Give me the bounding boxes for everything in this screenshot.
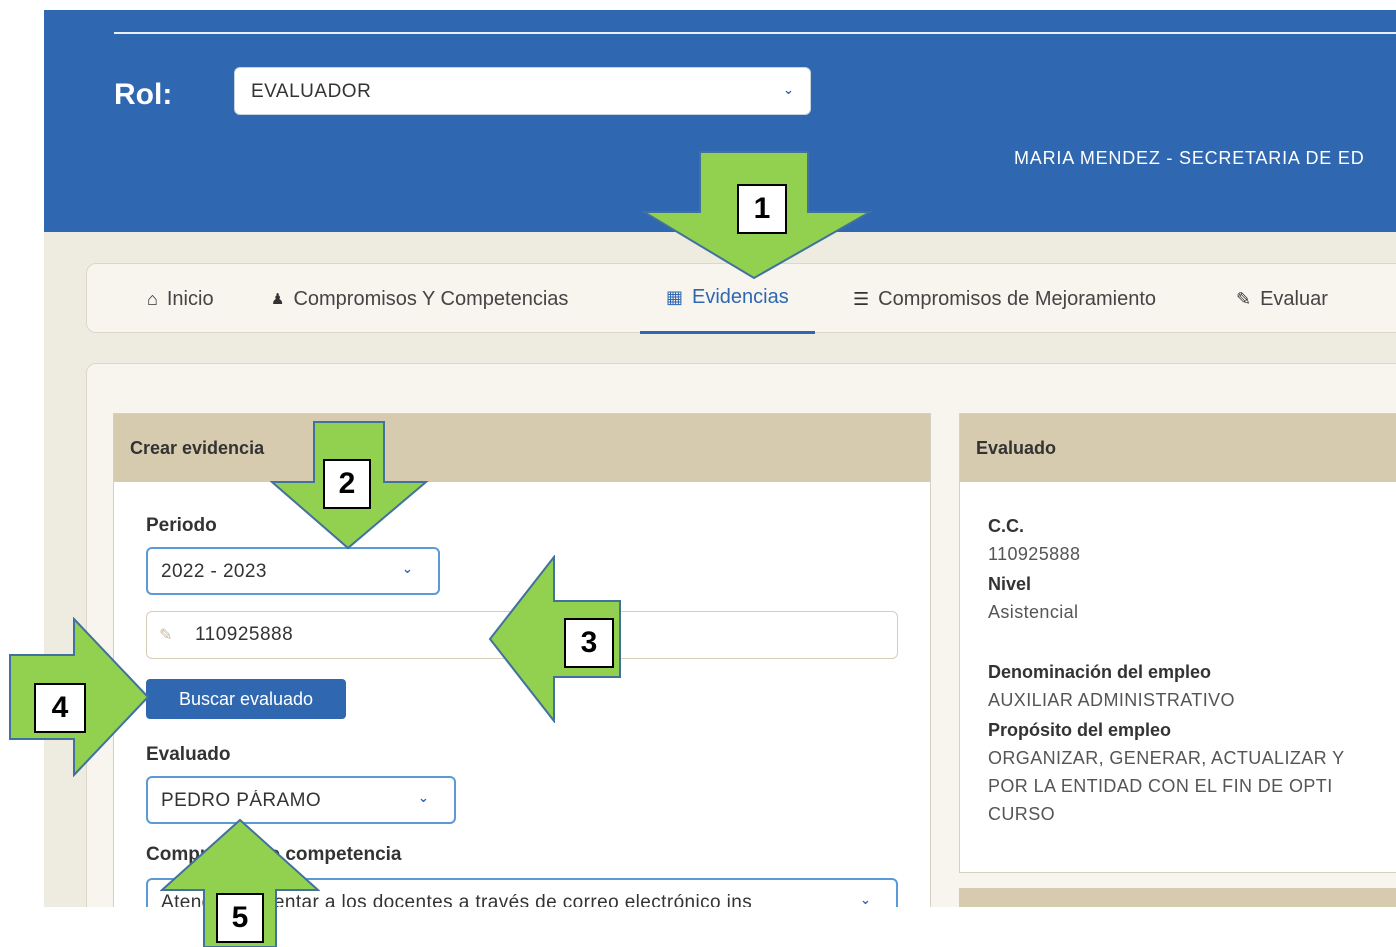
nivel-label: Nivel — [988, 574, 1032, 594]
app-screen: Rol: EVALUADOR ⌄ MARIA MENDEZ - SECRETAR… — [44, 10, 1396, 907]
secondary-card-header — [959, 888, 1396, 907]
evaluado-label: Evaluado — [146, 744, 231, 765]
handshake-icon: ♟ — [271, 291, 285, 308]
evaluado-card: Evaluado C.C. 110925888 Nivel Asistencia… — [959, 413, 1396, 873]
chevron-down-icon: ⌄ — [418, 790, 429, 805]
crear-evidencia-header: Crear evidencia — [114, 414, 930, 482]
tab-compromisos-competencias[interactable]: ♟ Compromisos Y Competencias — [271, 264, 568, 334]
proposito-label: Propósito del empleo — [988, 720, 1172, 740]
tab-evaluar[interactable]: ✎ Evaluar — [1236, 264, 1328, 334]
tab-evidencias-label: Evidencias — [692, 286, 789, 308]
proposito-line: ORGANIZAR, GENERAR, ACTUALIZAR Y — [988, 748, 1345, 768]
periodo-select[interactable]: 2022 - 2023 ⌄ — [146, 547, 440, 595]
buscar-evaluado-button[interactable]: Buscar evaluado — [146, 679, 346, 719]
proposito-line: CURSO — [988, 804, 1056, 824]
list-icon: ☰ — [853, 288, 870, 309]
tab-mejoramiento-label: Compromisos de Mejoramiento — [878, 287, 1157, 310]
tab-compromisos-mejoramiento[interactable]: ☰ Compromisos de Mejoramiento — [853, 264, 1156, 334]
proposito-line: POR LA ENTIDAD CON EL FIN DE OPTI — [988, 776, 1333, 796]
tab-inicio[interactable]: ⌂ Inicio — [147, 264, 214, 334]
chevron-down-icon: ⌄ — [783, 82, 794, 97]
annotation-number-4: 4 — [34, 683, 86, 733]
annotation-number-1: 1 — [737, 184, 787, 234]
evaluado-select-value: PEDRO PÁRAMO — [161, 790, 321, 811]
tab-evaluar-label: Evaluar — [1260, 287, 1328, 310]
evaluado-title: Evaluado — [976, 438, 1057, 458]
denominacion-value: AUXILIAR ADMINISTRATIVO — [988, 690, 1235, 710]
evaluado-select[interactable]: PEDRO PÁRAMO ⌄ — [146, 776, 456, 824]
cedula-input-value: 110925888 — [195, 624, 294, 645]
annotation-number-5: 5 — [216, 893, 264, 943]
annotation-number-3: 3 — [564, 618, 614, 668]
annotation-number-2: 2 — [323, 459, 371, 509]
crear-evidencia-title: Crear evidencia — [130, 438, 265, 458]
rol-select[interactable]: EVALUADOR ⌄ — [234, 67, 811, 115]
denominacion-label: Denominación del empleo — [988, 662, 1212, 682]
rol-label: Rol: — [114, 78, 173, 111]
cc-label: C.C. — [988, 516, 1024, 536]
rol-select-value: EVALUADOR — [251, 81, 372, 102]
cc-value: 110925888 — [988, 544, 1081, 564]
periodo-select-value: 2022 - 2023 — [161, 561, 267, 582]
header-divider — [114, 32, 1396, 34]
save-icon: ▦ — [666, 287, 684, 307]
edit-icon: ✎ — [159, 627, 173, 644]
periodo-label: Periodo — [146, 515, 217, 536]
evaluado-header: Evaluado — [960, 414, 1396, 482]
chevron-down-icon: ⌄ — [402, 561, 413, 576]
user-info: MARIA MENDEZ - SECRETARIA DE ED — [1014, 148, 1365, 168]
tab-inicio-label: Inicio — [166, 287, 214, 310]
tab-compromisos-label: Compromisos Y Competencias — [293, 287, 569, 310]
nivel-value: Asistencial — [988, 602, 1079, 622]
home-icon: ⌂ — [147, 288, 158, 309]
edit-icon: ✎ — [1236, 288, 1252, 309]
chevron-down-icon: ⌄ — [860, 892, 871, 907]
